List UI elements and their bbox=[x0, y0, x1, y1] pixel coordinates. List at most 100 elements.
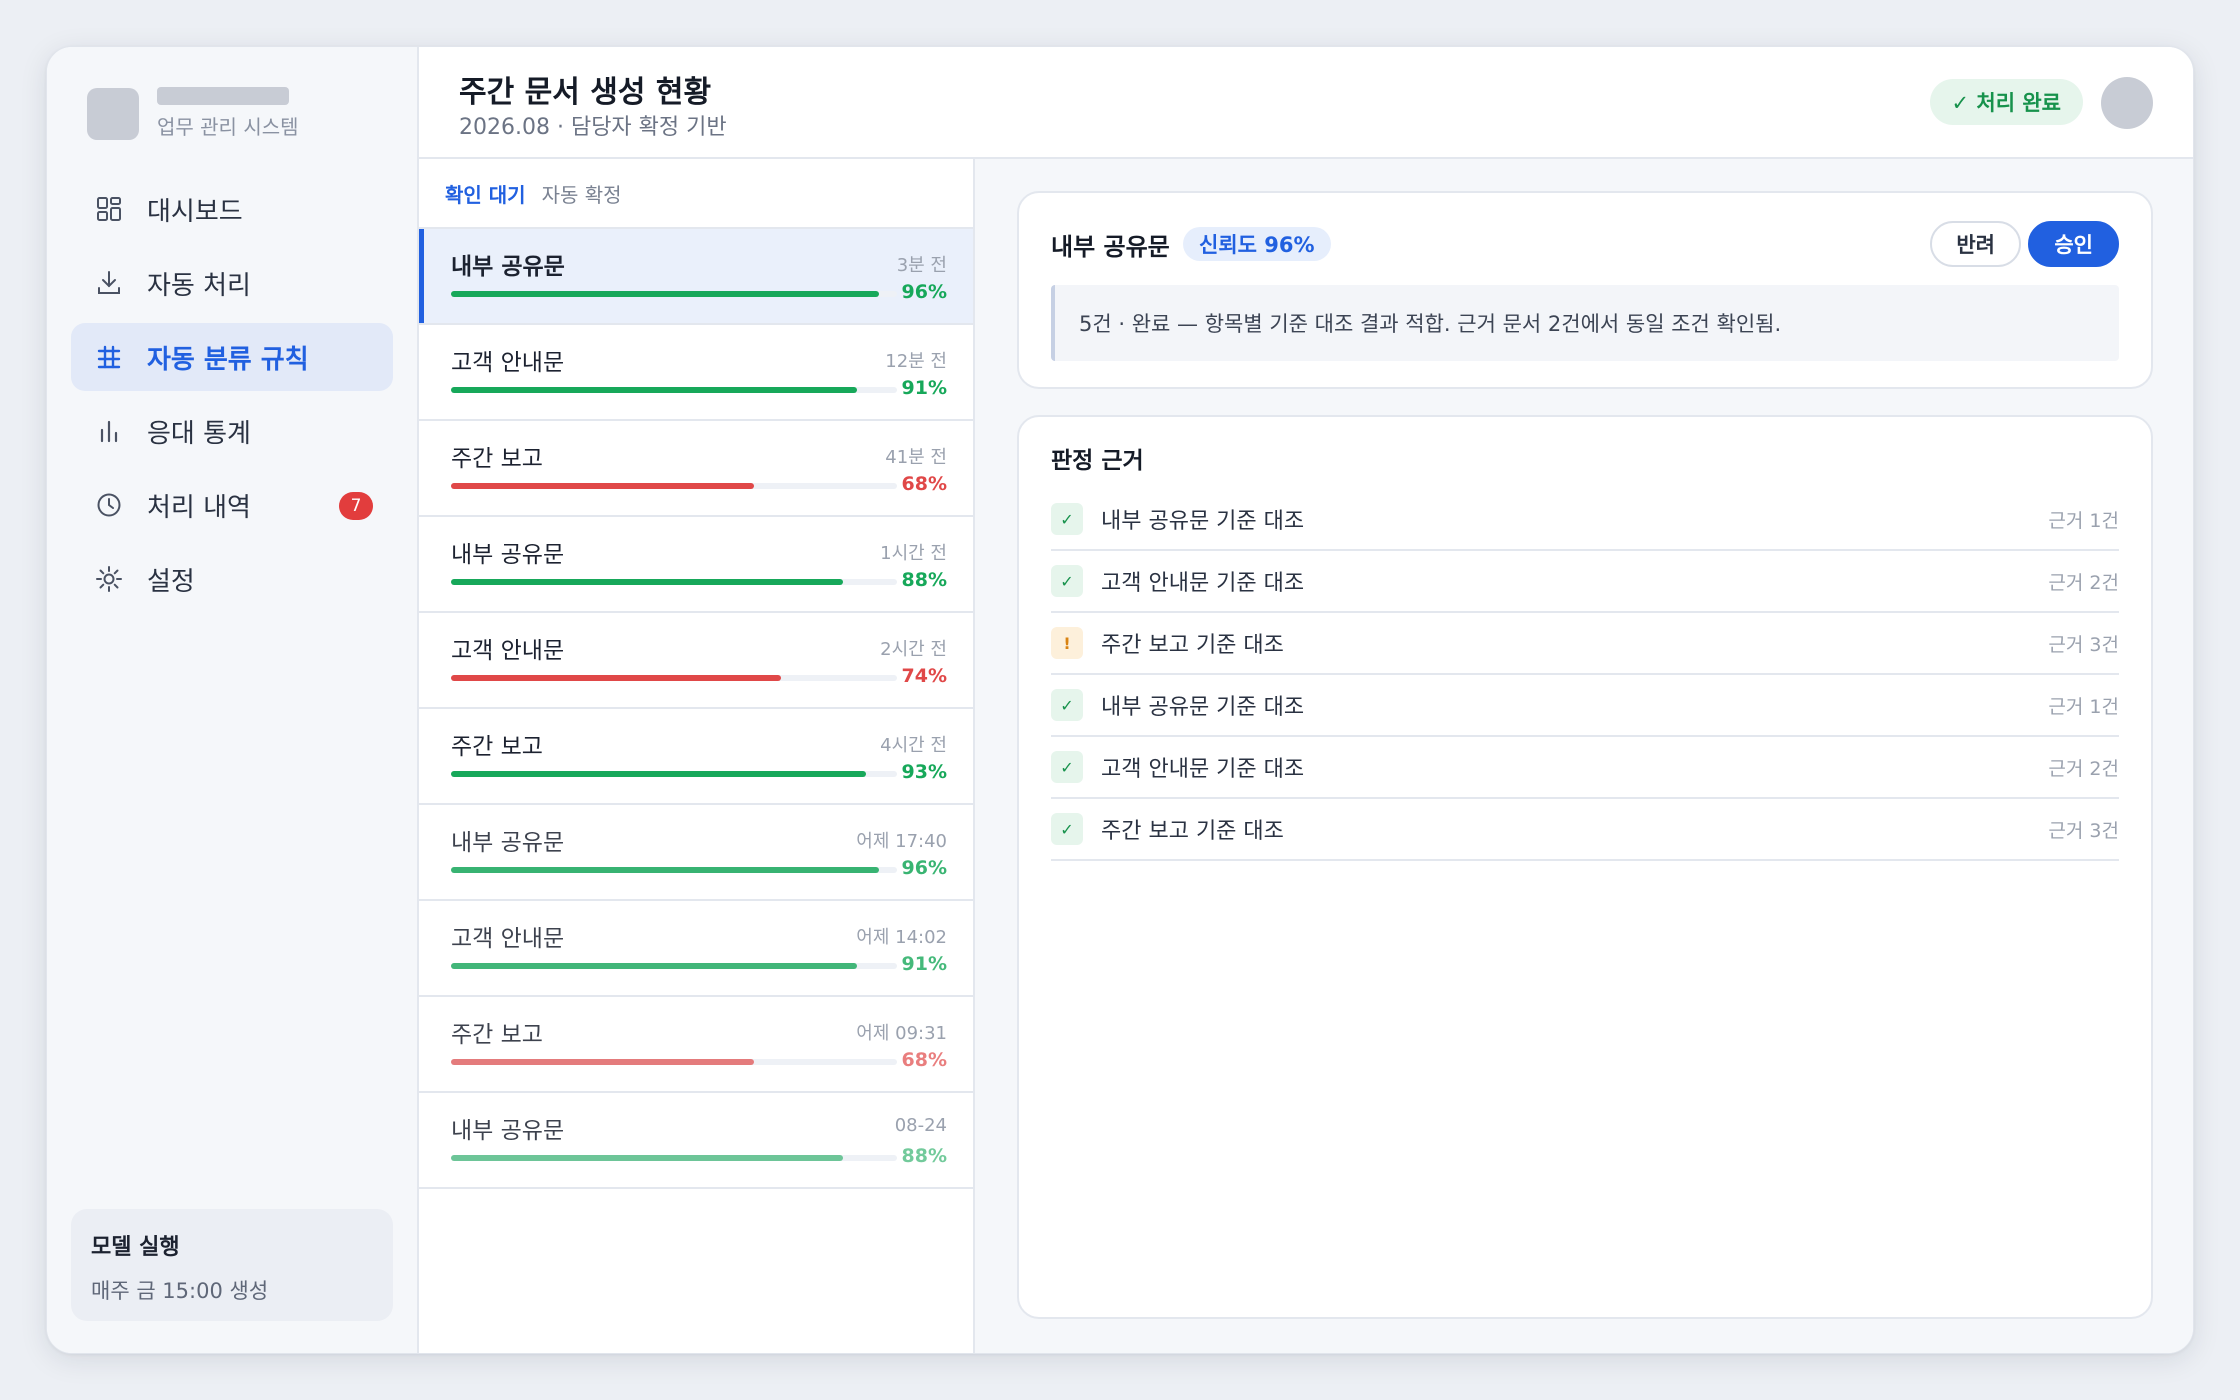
list-item-time: 어제 14:02 bbox=[856, 927, 947, 948]
app-window: 업무 관리 시스템 대시보드 자동 처리 자동 분류 규칙 응대 통계 처리 내… bbox=[46, 46, 2194, 1354]
sidebar-item-label: 자동 분류 규칙 bbox=[147, 344, 309, 375]
evidence-count: 근거 3건 bbox=[2048, 633, 2119, 656]
page-header: 주간 문서 생성 현황 2026.08 · 담당자 확정 기반 ✓ 처리 완료 bbox=[419, 47, 2193, 159]
list-item-confidence: 68% bbox=[901, 1049, 947, 1071]
list-item[interactable]: 내부 공유문 08-24 88% bbox=[419, 1093, 973, 1189]
list-item-time: 1시간 전 bbox=[880, 543, 947, 564]
list-item-confidence: 96% bbox=[901, 281, 947, 303]
list-item-confidence: 91% bbox=[901, 377, 947, 399]
list-item-time: 어제 17:40 bbox=[856, 831, 947, 852]
evidence-label: 내부 공유문 기준 대조 bbox=[1101, 509, 1305, 534]
list-item-confidence: 88% bbox=[901, 1145, 947, 1167]
brand: 업무 관리 시스템 bbox=[87, 87, 299, 140]
list-item-time: 08-24 bbox=[894, 1115, 947, 1136]
brand-subtitle: 업무 관리 시스템 bbox=[157, 115, 299, 139]
grid-icon bbox=[93, 193, 125, 225]
list-item-title: 내부 공유문 bbox=[451, 1118, 565, 1144]
logo bbox=[87, 87, 139, 140]
tab-pending[interactable]: 확인 대기 bbox=[445, 179, 526, 208]
detail-panel: 내부 공유문 신뢰도 96% 반려 승인 5건 · 완료 — 항목별 기준 대조… bbox=[975, 159, 2193, 1353]
list-item-title: 고객 안내문 bbox=[451, 638, 565, 664]
approve-button[interactable]: 승인 bbox=[2028, 221, 2119, 267]
bar-chart-icon bbox=[93, 415, 125, 447]
evidence-label: 내부 공유문 기준 대조 bbox=[1101, 695, 1305, 720]
page-title: 주간 문서 생성 현황 bbox=[459, 75, 712, 110]
sidebar-item-label: 처리 내역 bbox=[147, 492, 251, 523]
confidence-bar-fill bbox=[451, 291, 880, 297]
evidence-row[interactable]: ✓ 고객 안내문 기준 대조 근거 2건 bbox=[1051, 737, 2119, 799]
list-item-time: 2시간 전 bbox=[880, 639, 947, 660]
list-item-confidence: 91% bbox=[901, 953, 947, 975]
evidence-count: 근거 2건 bbox=[2048, 757, 2119, 780]
check-icon: ✓ bbox=[1051, 813, 1083, 845]
sidebar-item-auto-process[interactable]: 자동 처리 bbox=[71, 249, 393, 317]
tab-auto-confirmed[interactable]: 자동 확정 bbox=[542, 179, 622, 208]
confidence-bar bbox=[451, 1155, 897, 1161]
list-item[interactable]: 주간 보고 41분 전 68% bbox=[419, 421, 973, 517]
list-item[interactable]: 주간 보고 어제 09:31 68% bbox=[419, 997, 973, 1093]
list-item[interactable]: 내부 공유문 1시간 전 88% bbox=[419, 517, 973, 613]
evidence-row[interactable]: ! 주간 보고 기준 대조 근거 3건 bbox=[1051, 613, 2119, 675]
list-item[interactable]: 내부 공유문 3분 전 96% bbox=[419, 229, 973, 325]
list-item[interactable]: 고객 안내문 2시간 전 74% bbox=[419, 613, 973, 709]
confidence-bar bbox=[451, 291, 897, 297]
confidence-bar-fill bbox=[451, 675, 782, 681]
check-icon: ✓ bbox=[1051, 751, 1083, 783]
list-item-confidence: 93% bbox=[901, 761, 947, 783]
sidebar-item-response-stats[interactable]: 응대 통계 bbox=[71, 397, 393, 465]
sidebar-item-dashboard[interactable]: 대시보드 bbox=[71, 175, 393, 243]
confidence-bar-fill bbox=[451, 483, 755, 489]
list-item-title: 고객 안내문 bbox=[451, 350, 565, 376]
confidence-bar bbox=[451, 579, 897, 585]
confidence-bar-fill bbox=[451, 867, 880, 873]
evidence-count: 근거 3건 bbox=[2048, 819, 2119, 842]
evidence-row[interactable]: ✓ 고객 안내문 기준 대조 근거 2건 bbox=[1051, 551, 2119, 613]
history-count-badge: 7 bbox=[339, 492, 373, 520]
download-icon bbox=[93, 267, 125, 299]
list-item-confidence: 68% bbox=[901, 473, 947, 495]
summary-note: 5건 · 완료 — 항목별 기준 대조 결과 적합. 근거 문서 2건에서 동일… bbox=[1051, 285, 2119, 361]
sidebar-item-settings[interactable]: 설정 bbox=[71, 545, 393, 613]
sidebar-item-label: 설정 bbox=[147, 566, 195, 597]
check-icon: ✓ bbox=[1051, 565, 1083, 597]
confidence-bar bbox=[451, 483, 897, 489]
evidence-card: 판정 근거 ✓ 내부 공유문 기준 대조 근거 1건 ✓ 고객 안내문 기준 대조 근거 … bbox=[1017, 415, 2153, 1319]
brand-name-placeholder bbox=[157, 87, 289, 105]
evidence-row[interactable]: ✓ 주간 보고 기준 대조 근거 3건 bbox=[1051, 799, 2119, 861]
evidence-row[interactable]: ✓ 내부 공유문 기준 대조 근거 1건 bbox=[1051, 675, 2119, 737]
confidence-bar-fill bbox=[451, 387, 857, 393]
list-item-confidence: 96% bbox=[901, 857, 947, 879]
sidebar-item-history[interactable]: 처리 내역 7 bbox=[71, 471, 393, 539]
avatar[interactable] bbox=[2101, 77, 2153, 129]
list-item[interactable]: 고객 안내문 12분 전 91% bbox=[419, 325, 973, 421]
list-item[interactable]: 주간 보고 4시간 전 93% bbox=[419, 709, 973, 805]
confidence-badge: 신뢰도 96% bbox=[1183, 227, 1331, 261]
confidence-bar bbox=[451, 963, 897, 969]
list-item-title: 주간 보고 bbox=[451, 734, 543, 760]
reject-button[interactable]: 반려 bbox=[1930, 221, 2021, 267]
confidence-bar-fill bbox=[451, 1059, 755, 1065]
sidebar-item-classification-rules[interactable]: 자동 분류 규칙 bbox=[71, 323, 393, 391]
table-icon bbox=[93, 341, 125, 373]
evidence-count: 근거 1건 bbox=[2048, 509, 2119, 532]
check-icon: ✓ bbox=[1051, 503, 1083, 535]
list-item-time: 41분 전 bbox=[885, 447, 947, 468]
list-tabs: 확인 대기 자동 확정 bbox=[419, 159, 973, 229]
list-item[interactable]: 내부 공유문 어제 17:40 96% bbox=[419, 805, 973, 901]
evidence-count: 근거 1건 bbox=[2048, 695, 2119, 718]
list-item-title: 내부 공유문 bbox=[451, 542, 565, 568]
list-item[interactable]: 고객 안내문 어제 14:02 91% bbox=[419, 901, 973, 997]
list-item-confidence: 88% bbox=[901, 569, 947, 591]
sidebar-nav: 대시보드 자동 처리 자동 분류 규칙 응대 통계 처리 내역 7 설정 bbox=[71, 175, 393, 619]
confidence-bar bbox=[451, 1059, 897, 1065]
model-run-panel: 모델 실행 매주 금 15:00 생성 bbox=[71, 1209, 393, 1321]
list-item-confidence: 74% bbox=[901, 665, 947, 687]
list-item-time: 어제 09:31 bbox=[856, 1023, 947, 1044]
model-run-schedule: 매주 금 15:00 생성 bbox=[91, 1279, 269, 1303]
document-list-panel: 확인 대기 자동 확정 내부 공유문 3분 전 96% 고객 안내문 12분 전 91% 주… bbox=[419, 159, 975, 1353]
confidence-bar bbox=[451, 675, 897, 681]
list-item-time: 12분 전 bbox=[885, 351, 947, 372]
evidence-list: ✓ 내부 공유문 기준 대조 근거 1건 ✓ 고객 안내문 기준 대조 근거 2건! 주간 … bbox=[1051, 489, 2119, 861]
evidence-row[interactable]: ✓ 내부 공유문 기준 대조 근거 1건 bbox=[1051, 489, 2119, 551]
evidence-label: 주간 보고 기준 대조 bbox=[1101, 819, 1284, 844]
